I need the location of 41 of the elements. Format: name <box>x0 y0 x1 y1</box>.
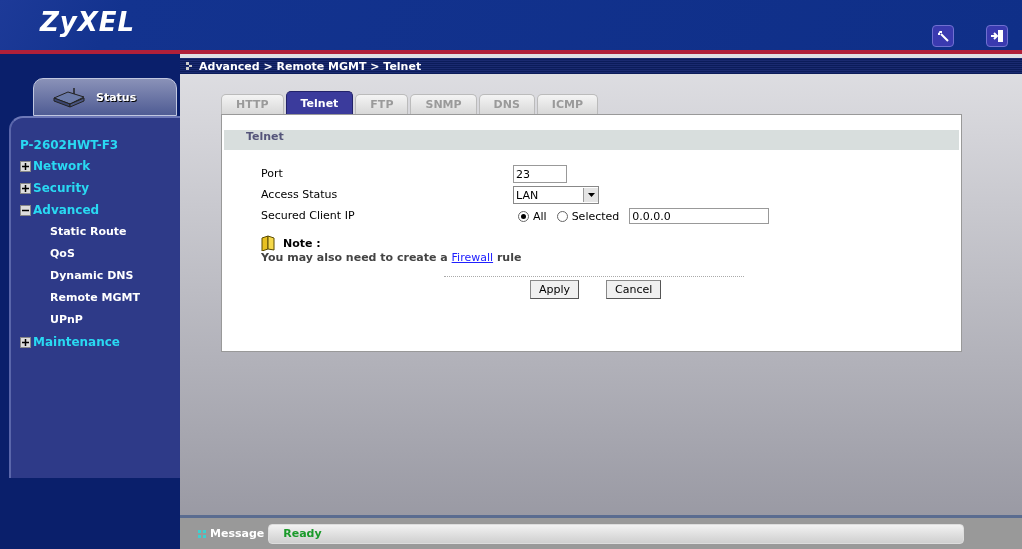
wizard-wand-icon[interactable] <box>932 25 954 47</box>
menu-item[interactable]: Maintenance <box>33 335 120 349</box>
radio-dot-icon <box>521 213 526 219</box>
cancel-button[interactable]: Cancel <box>606 280 662 299</box>
menu-item[interactable]: Network <box>33 159 91 173</box>
field-label: Port <box>261 166 284 182</box>
logo: ZyXEL <box>40 7 136 37</box>
ip-address-input[interactable]: 0.0.0.0 <box>629 208 770 224</box>
expand-icon[interactable] <box>20 336 31 348</box>
tab[interactable]: Telnet <box>285 91 354 114</box>
note-title: Note : <box>283 236 321 250</box>
expand-icon[interactable] <box>20 160 31 172</box>
folder-icon <box>261 235 275 251</box>
access-status-select[interactable]: LAN <box>513 186 599 204</box>
logout-door-icon[interactable] <box>986 25 1008 47</box>
submenu-item[interactable]: Static Route <box>50 221 180 243</box>
submenu-item[interactable]: Dynamic DNS <box>50 265 180 287</box>
router-icon <box>52 86 86 108</box>
status-tab[interactable]: Status <box>33 78 177 116</box>
port-input[interactable]: 23 <box>513 165 567 183</box>
message-field: Ready <box>268 523 965 544</box>
apply-button[interactable]: Apply <box>530 280 580 299</box>
dots-icon <box>198 529 206 538</box>
submenu-item[interactable]: Remote MGMT <box>50 287 180 309</box>
caret-icon <box>587 193 595 197</box>
message-label: Message <box>210 527 265 540</box>
field-label: Access Status <box>261 187 339 203</box>
submenu-item[interactable]: UPnP <box>50 309 180 331</box>
menu-item[interactable]: Advanced <box>33 203 100 217</box>
field-label: Secured Client IP <box>261 208 356 224</box>
expand-icon[interactable] <box>20 182 31 194</box>
submenu-item[interactable]: QoS <box>50 243 180 265</box>
radio-option[interactable]: Selected <box>556 209 620 223</box>
collapse-icon[interactable] <box>20 204 31 216</box>
menu-item[interactable]: Security <box>33 181 90 195</box>
section-title: Telnet <box>224 130 959 150</box>
breadcrumb: Advanced > Remote MGMT > Telnet <box>199 59 422 73</box>
firewall-link[interactable]: Firewall <box>451 251 494 264</box>
note-text: You may also need to create a Firewall rule <box>260 251 523 264</box>
radio-option[interactable]: All <box>518 209 547 223</box>
device-name: P-2602HWT-F3 <box>20 138 120 152</box>
